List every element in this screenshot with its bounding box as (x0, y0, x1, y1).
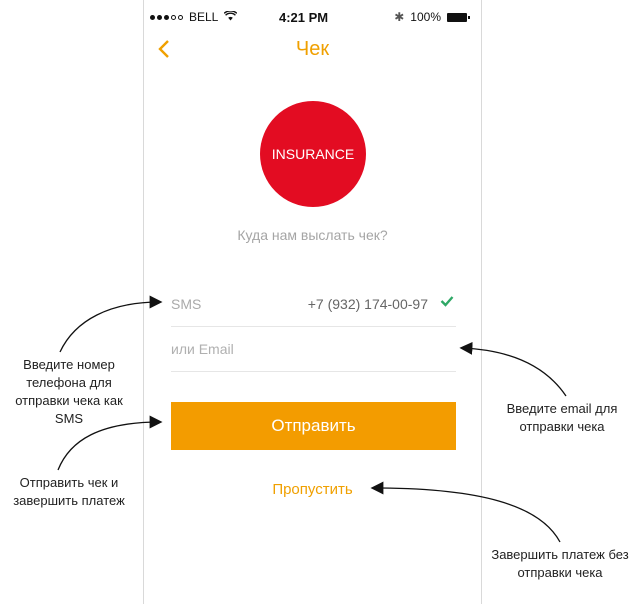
battery-icon (447, 12, 470, 22)
phone-number[interactable]: +7 (932) 174-00-97 (308, 296, 428, 312)
annotation-phone: Введите номер телефона для отправки чека… (15, 357, 123, 426)
email-row (171, 327, 456, 372)
logo-text: INSURANCE (271, 146, 355, 162)
phone-screen: BELL 4:21 PM ✱ 100% Чек INSURANCE Куда н… (143, 0, 482, 604)
status-left: BELL (150, 10, 238, 24)
carrier-name: BELL (189, 10, 219, 24)
status-time: 4:21 PM (279, 10, 329, 25)
send-button[interactable]: Отправить (171, 402, 456, 450)
battery-percent: 100% (410, 10, 441, 24)
page-title: Чек (295, 38, 330, 60)
email-field[interactable] (171, 337, 451, 361)
sms-field[interactable]: SMS +7 (932) 174-00-97 (171, 282, 456, 327)
annotation-skip: Завершить платеж без отправки чека (491, 547, 629, 580)
sms-label: SMS (171, 296, 202, 312)
annotation-email: Введите email для отправки чека (506, 401, 618, 434)
wifi-icon (224, 10, 238, 24)
insurance-logo: INSURANCE (260, 101, 366, 207)
status-right: ✱ 100% (394, 10, 470, 24)
bluetooth-icon: ✱ (394, 10, 405, 24)
skip-link[interactable]: Пропустить (144, 481, 481, 498)
receipt-prompt: Куда нам выслать чек? (237, 227, 388, 243)
check-icon (440, 294, 454, 312)
status-bar: BELL 4:21 PM ✱ 100% (144, 8, 481, 28)
signal-dots-icon (150, 14, 183, 20)
annotation-send: Отправить чек и завершить платеж (13, 475, 125, 508)
